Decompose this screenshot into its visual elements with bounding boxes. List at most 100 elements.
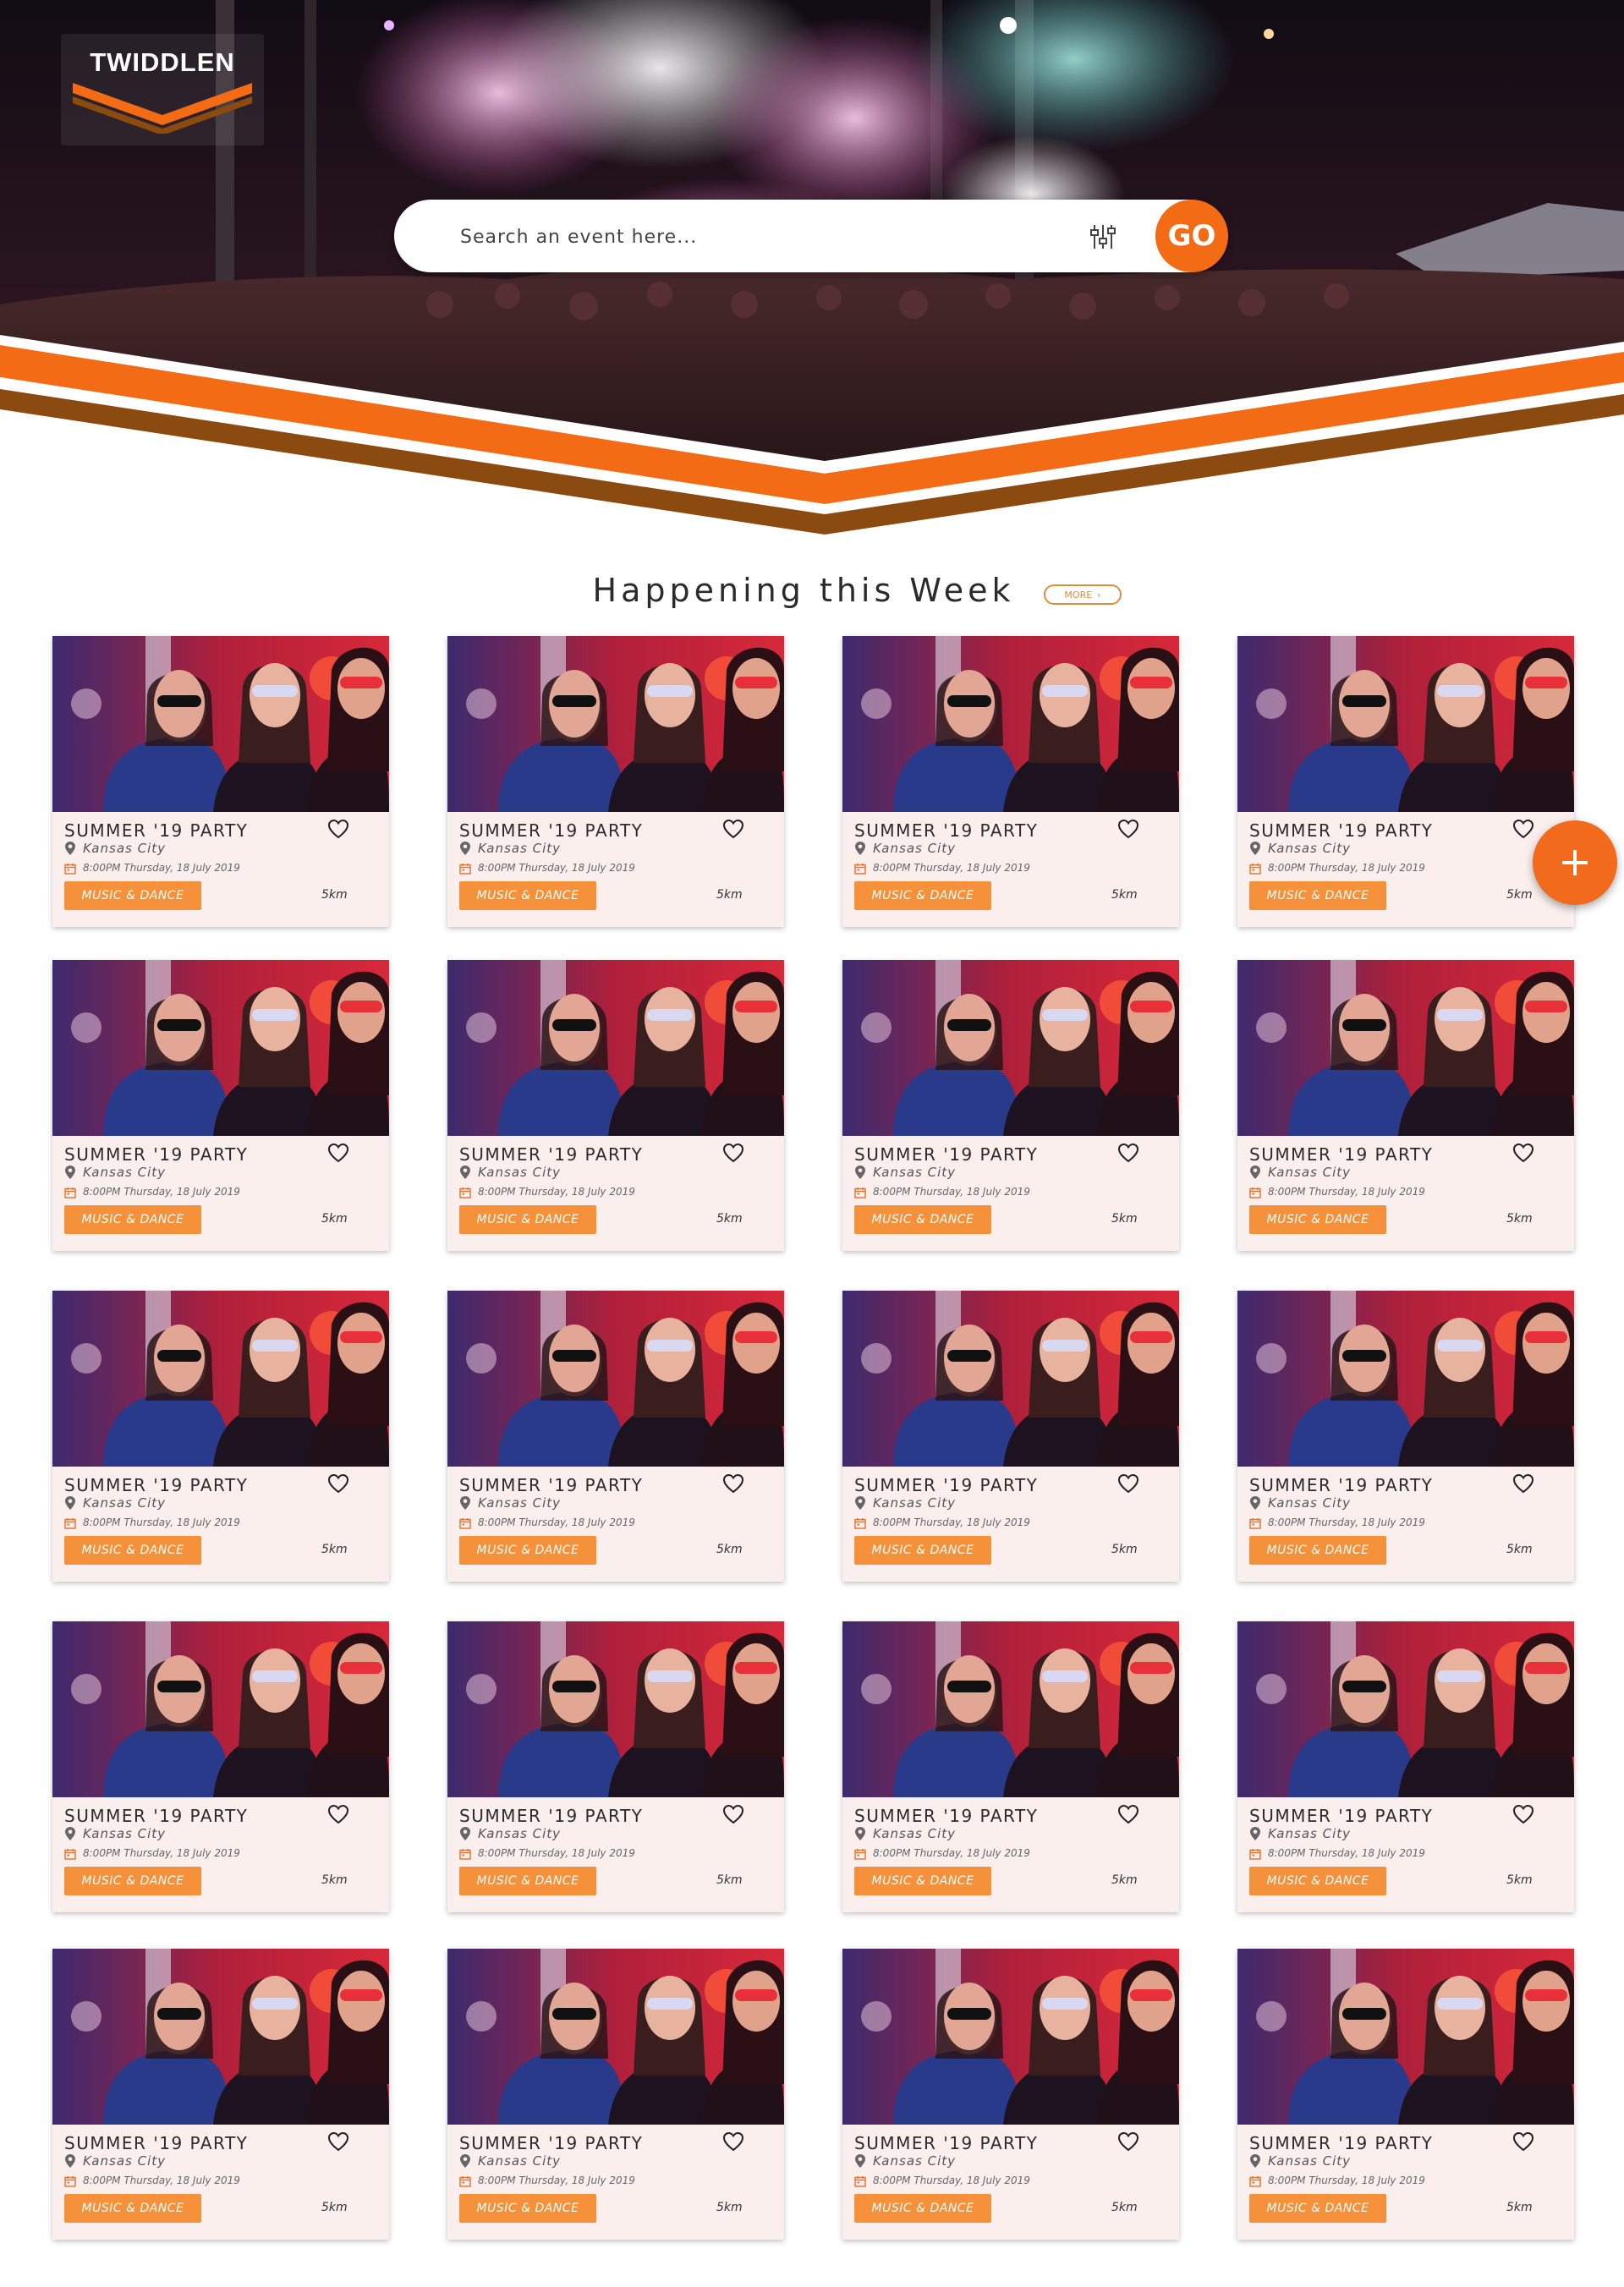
location-pin-icon <box>65 2154 75 2168</box>
event-card[interactable]: SUMMER '19 PARTY Kansas City 8:00PM Thur… <box>52 636 389 927</box>
heart-icon[interactable] <box>1512 817 1535 841</box>
event-category-tag[interactable]: MUSIC & DANCE <box>854 1536 991 1565</box>
heart-icon[interactable] <box>1116 817 1140 841</box>
search-input[interactable] <box>458 217 1105 257</box>
event-card[interactable]: SUMMER '19 PARTY Kansas City 8:00PM Thur… <box>447 960 784 1251</box>
event-datetime: 8:00PM Thursday, 18 July 2019 <box>1268 1186 1425 1198</box>
event-card[interactable]: SUMMER '19 PARTY Kansas City 8:00PM Thur… <box>842 1291 1179 1582</box>
heart-icon[interactable] <box>326 1141 350 1165</box>
heart-icon[interactable] <box>1116 2130 1140 2153</box>
heart-icon[interactable] <box>721 2130 745 2153</box>
heart-icon[interactable] <box>1116 1802 1140 1826</box>
event-datetime: 8:00PM Thursday, 18 July 2019 <box>478 1847 635 1859</box>
event-title: SUMMER '19 PARTY <box>1249 2133 1434 2153</box>
event-card[interactable]: SUMMER '19 PARTY Kansas City 8:00PM Thur… <box>447 1949 784 2240</box>
event-card[interactable]: SUMMER '19 PARTY Kansas City 8:00PM Thur… <box>447 636 784 927</box>
event-category-tag[interactable]: MUSIC & DANCE <box>1249 2194 1386 2223</box>
heart-icon[interactable] <box>1116 1472 1140 1495</box>
event-category-tag[interactable]: MUSIC & DANCE <box>64 2194 201 2223</box>
event-category-tag[interactable]: MUSIC & DANCE <box>459 2194 596 2223</box>
event-datetime: 8:00PM Thursday, 18 July 2019 <box>873 862 1030 874</box>
event-category-tag[interactable]: MUSIC & DANCE <box>854 881 991 910</box>
event-distance: 5km <box>1111 1212 1138 1226</box>
heart-icon[interactable] <box>721 1141 745 1165</box>
event-city: Kansas City <box>873 1165 956 1180</box>
event-category-tag[interactable]: MUSIC & DANCE <box>64 881 201 910</box>
event-city: Kansas City <box>1268 1826 1351 1841</box>
event-card[interactable]: SUMMER '19 PARTY Kansas City 8:00PM Thur… <box>842 960 1179 1251</box>
event-card[interactable]: SUMMER '19 PARTY Kansas City 8:00PM Thur… <box>1237 960 1574 1251</box>
heart-icon[interactable] <box>326 817 350 841</box>
event-title: SUMMER '19 PARTY <box>64 820 249 841</box>
heart-icon[interactable] <box>326 2130 350 2153</box>
heart-icon[interactable] <box>1512 2130 1535 2153</box>
event-category-tag[interactable]: MUSIC & DANCE <box>1249 1536 1386 1565</box>
event-card[interactable]: SUMMER '19 PARTY Kansas City 8:00PM Thur… <box>52 1949 389 2240</box>
heart-icon[interactable] <box>326 1472 350 1495</box>
event-title: SUMMER '19 PARTY <box>854 1806 1039 1826</box>
event-card[interactable]: SUMMER '19 PARTY Kansas City 8:00PM Thur… <box>842 1949 1179 2240</box>
location-pin-icon <box>65 842 75 855</box>
event-card[interactable]: SUMMER '19 PARTY Kansas City 8:00PM Thur… <box>1237 1949 1574 2240</box>
event-category-tag[interactable]: MUSIC & DANCE <box>854 1867 991 1895</box>
location-pin-icon <box>855 1165 865 1179</box>
add-event-button[interactable] <box>1533 820 1617 905</box>
heart-icon[interactable] <box>1512 1472 1535 1495</box>
heart-icon[interactable] <box>1116 1141 1140 1165</box>
event-datetime: 8:00PM Thursday, 18 July 2019 <box>1268 862 1425 874</box>
event-city: Kansas City <box>478 841 561 856</box>
event-category-tag[interactable]: MUSIC & DANCE <box>64 1536 201 1565</box>
calendar-icon <box>64 1849 76 1860</box>
event-category-tag[interactable]: MUSIC & DANCE <box>64 1205 201 1234</box>
event-card[interactable]: SUMMER '19 PARTY Kansas City 8:00PM Thur… <box>447 1291 784 1582</box>
event-category-tag[interactable]: MUSIC & DANCE <box>1249 1867 1386 1895</box>
event-city: Kansas City <box>873 2153 956 2169</box>
event-image <box>1237 1621 1574 1797</box>
heart-icon[interactable] <box>721 1472 745 1495</box>
heart-icon[interactable] <box>1512 1802 1535 1826</box>
event-title: SUMMER '19 PARTY <box>64 1475 249 1495</box>
event-card[interactable]: SUMMER '19 PARTY Kansas City 8:00PM Thur… <box>52 1621 389 1912</box>
event-category-tag[interactable]: MUSIC & DANCE <box>854 2194 991 2223</box>
heart-icon[interactable] <box>721 1802 745 1826</box>
calendar-icon <box>1249 864 1261 875</box>
event-card[interactable]: SUMMER '19 PARTY Kansas City 8:00PM Thur… <box>1237 636 1574 927</box>
filter-sliders-icon[interactable] <box>1086 220 1120 254</box>
event-city: Kansas City <box>1268 1495 1351 1511</box>
plus-icon <box>1562 850 1588 875</box>
heart-icon[interactable] <box>721 817 745 841</box>
event-card[interactable]: SUMMER '19 PARTY Kansas City 8:00PM Thur… <box>447 1621 784 1912</box>
logo[interactable]: TWIDDLEN <box>61 34 264 145</box>
event-category-tag[interactable]: MUSIC & DANCE <box>459 1205 596 1234</box>
event-card[interactable]: SUMMER '19 PARTY Kansas City 8:00PM Thur… <box>842 1621 1179 1912</box>
event-category-tag[interactable]: MUSIC & DANCE <box>854 1205 991 1234</box>
event-category-tag[interactable]: MUSIC & DANCE <box>1249 1205 1386 1234</box>
event-image <box>842 1949 1179 2125</box>
event-datetime: 8:00PM Thursday, 18 July 2019 <box>873 1186 1030 1198</box>
event-card[interactable]: SUMMER '19 PARTY Kansas City 8:00PM Thur… <box>52 1291 389 1582</box>
calendar-icon <box>1249 1187 1261 1198</box>
event-category-tag[interactable]: MUSIC & DANCE <box>459 1867 596 1895</box>
event-card[interactable]: SUMMER '19 PARTY Kansas City 8:00PM Thur… <box>842 636 1179 927</box>
event-distance: 5km <box>321 1543 348 1556</box>
event-category-tag[interactable]: MUSIC & DANCE <box>1249 881 1386 910</box>
more-button[interactable]: MORE › <box>1044 584 1122 605</box>
heart-icon[interactable] <box>1512 1141 1535 1165</box>
event-distance: 5km <box>1111 1873 1138 1887</box>
more-label: MORE <box>1064 589 1093 601</box>
event-card[interactable]: SUMMER '19 PARTY Kansas City 8:00PM Thur… <box>52 960 389 1251</box>
event-image <box>52 1291 389 1467</box>
event-title: SUMMER '19 PARTY <box>64 1144 249 1165</box>
event-distance: 5km <box>1506 1873 1533 1887</box>
event-image <box>447 1291 784 1467</box>
event-card[interactable]: SUMMER '19 PARTY Kansas City 8:00PM Thur… <box>1237 1291 1574 1582</box>
event-category-tag[interactable]: MUSIC & DANCE <box>459 881 596 910</box>
event-category-tag[interactable]: MUSIC & DANCE <box>64 1867 201 1895</box>
event-city: Kansas City <box>83 2153 166 2169</box>
event-image <box>447 636 784 812</box>
heart-icon[interactable] <box>326 1802 350 1826</box>
event-datetime: 8:00PM Thursday, 18 July 2019 <box>1268 1847 1425 1859</box>
event-category-tag[interactable]: MUSIC & DANCE <box>459 1536 596 1565</box>
go-button[interactable]: GO <box>1155 200 1228 272</box>
event-card[interactable]: SUMMER '19 PARTY Kansas City 8:00PM Thur… <box>1237 1621 1574 1912</box>
